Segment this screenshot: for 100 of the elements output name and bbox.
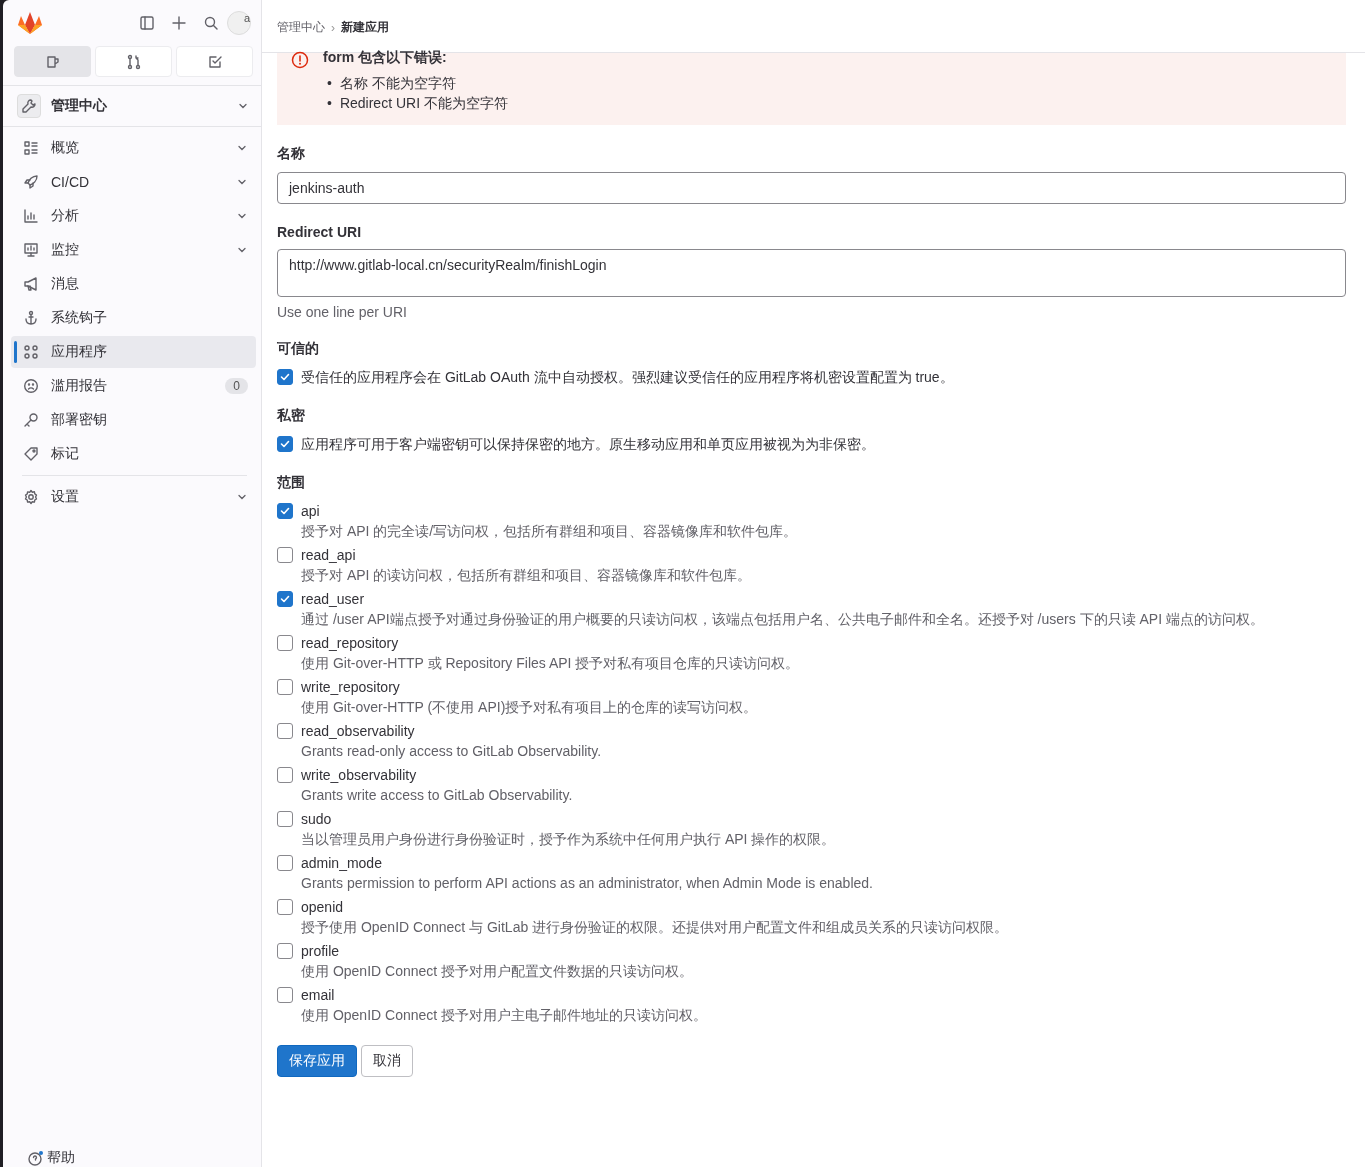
- checkbox-label: admin_mode: [301, 854, 382, 873]
- megaphone-icon: [23, 276, 39, 292]
- checkbox-label: write_observability: [301, 766, 417, 785]
- scope-description: 当以管理员用户身份进行身份验证时，授予作为系统中任何用户执行 API 操作的权限。: [301, 830, 837, 849]
- wrench-icon: [17, 94, 41, 118]
- checkbox[interactable]: [277, 591, 293, 607]
- checkbox[interactable]: [277, 436, 293, 452]
- checkmark-icon: [280, 594, 290, 604]
- checkbox[interactable]: [277, 547, 293, 563]
- scope-description: 使用 Git-over-HTTP 或 Repository Files API 授予对私有项目仓库的只读访问权。: [301, 654, 801, 673]
- nav-item[interactable]: 系统钩子: [11, 302, 256, 334]
- gitlab-logo[interactable]: [17, 10, 43, 36]
- scope-description: Grants write access to GitLab Observability.: [301, 786, 574, 805]
- checkbox-label: profile: [301, 942, 340, 961]
- anchor-icon: [23, 310, 39, 326]
- nav-item[interactable]: 应用程序: [11, 336, 256, 368]
- checkbox[interactable]: [277, 899, 293, 915]
- checkbox[interactable]: [277, 943, 293, 959]
- plus-icon: [171, 15, 187, 31]
- checkbox-label: sudo: [301, 810, 332, 829]
- nav-item[interactable]: 滥用报告 0: [11, 370, 256, 402]
- checkbox[interactable]: [277, 767, 293, 783]
- text-area[interactable]: http://www.gitlab-local.cn/securityRealm/finishLogin: [277, 249, 1346, 297]
- scope-description: 授予使用 OpenID Connect 与 GitLab 进行身份验证的权限。还提供对用户配置文件和组成员关系的只读访问权限。: [301, 918, 1010, 937]
- checkbox[interactable]: [277, 811, 293, 827]
- todo-icon: [206, 53, 223, 70]
- error-message: Redirect URI 不能为空字符: [339, 94, 508, 113]
- bullet: •: [327, 94, 332, 113]
- sidebar-toggle-icon: [139, 15, 155, 31]
- apps-icon: [23, 344, 39, 360]
- checkmark-icon: [280, 506, 290, 516]
- search-icon: [203, 15, 219, 31]
- checkmark-icon: [280, 372, 290, 382]
- nav-item[interactable]: 概览: [11, 132, 256, 164]
- nav-item[interactable]: 分析: [11, 200, 256, 232]
- input-field[interactable]: jenkins-auth: [277, 172, 1346, 204]
- list-icon: [23, 140, 39, 156]
- checkbox-label: write_repository: [301, 678, 400, 697]
- alert-title: form 包含以下错误:: [323, 49, 448, 67]
- rocket-icon: [23, 174, 39, 190]
- count-badge: 0: [225, 378, 248, 394]
- cancel-button[interactable]: 取消: [361, 1045, 413, 1077]
- scope-description: 授予对 API 的完全读/写访问权，包括所有群组和项目、容器镜像库和软件包库。: [301, 522, 799, 541]
- checkbox-label: api: [301, 502, 320, 521]
- field-label: 可信的: [277, 340, 320, 358]
- tab[interactable]: [14, 46, 91, 77]
- checkbox-label: openid: [301, 898, 344, 917]
- checkbox-label: 受信任的应用程序会在 GitLab OAuth 流中自动授权。强烈建议受信任的应用程序将机密设置配置为 true。: [301, 368, 954, 387]
- sad-face-icon: [23, 378, 39, 394]
- scope-description: 使用 Git-over-HTTP (不使用 API)授予对私有项目上的仓库的读写访问权。: [301, 698, 759, 717]
- checkbox[interactable]: [277, 855, 293, 871]
- nav-item[interactable]: 标记: [11, 438, 256, 470]
- checkmark-icon: [280, 439, 290, 449]
- checkbox-label: email: [301, 986, 335, 1005]
- error-message: 名称 不能为空字符: [339, 74, 456, 93]
- tag-icon: [23, 446, 39, 462]
- scope-description: Grants permission to perform API actions as an administrator, when Admin Mode is enabled.: [301, 874, 874, 893]
- tab[interactable]: [176, 46, 253, 77]
- scope-description: 授予对 API 的读访问权，包括所有群组和项目、容器镜像库和软件包库。: [301, 566, 753, 585]
- nav-item[interactable]: 监控: [11, 234, 256, 266]
- breadcrumb-link[interactable]: 管理中心: [277, 19, 325, 36]
- breadcrumb-link[interactable]: 新建应用: [341, 19, 389, 36]
- bar-chart-icon: [23, 208, 39, 224]
- checkbox[interactable]: [277, 369, 293, 385]
- nav-item[interactable]: 设置: [11, 481, 256, 513]
- checkbox-label: read_user: [301, 590, 365, 609]
- avatar[interactable]: a: [227, 11, 251, 35]
- checkbox[interactable]: [277, 723, 293, 739]
- checkbox-label: read_api: [301, 546, 356, 565]
- bullet: •: [327, 74, 332, 93]
- nav-item[interactable]: 部署密钥: [11, 404, 256, 436]
- key-icon: [23, 412, 39, 428]
- checkbox-label: 应用程序可用于客户端密钥可以保持保密的地方。原生移动应用和单页应用被视为为非保密。: [301, 435, 875, 454]
- merge-request-icon: [125, 53, 142, 70]
- tab[interactable]: [95, 46, 172, 77]
- settings-icon: [23, 489, 39, 505]
- help-button[interactable]: 帮助: [27, 1150, 75, 1166]
- section-title[interactable]: 管理中心: [51, 97, 237, 115]
- monitor-icon: [23, 242, 39, 258]
- checkbox[interactable]: [277, 503, 293, 519]
- scope-description: 使用 OpenID Connect 授予对用户配置文件数据的只读访问权。: [301, 962, 695, 981]
- help-text: Use one line per URI: [277, 304, 408, 320]
- save-button[interactable]: 保存应用: [277, 1045, 357, 1077]
- checkbox[interactable]: [277, 679, 293, 695]
- nav-item[interactable]: CI/CD: [11, 166, 256, 198]
- error-icon: [291, 51, 309, 69]
- checkbox[interactable]: [277, 635, 293, 651]
- help-icon: [27, 1150, 43, 1166]
- checkbox-label: read_observability: [301, 722, 415, 741]
- field-label: 名称: [277, 145, 306, 163]
- chevron-separator: ›: [331, 20, 335, 35]
- field-label: 私密: [277, 407, 306, 425]
- field-label: Redirect URI: [277, 224, 363, 240]
- checkbox[interactable]: [277, 987, 293, 1003]
- issues-icon: [44, 53, 61, 70]
- field-label: 范围: [277, 474, 306, 492]
- scope-description: 使用 OpenID Connect 授予对用户主电子邮件地址的只读访问权。: [301, 1006, 709, 1025]
- nav-item[interactable]: 消息: [11, 268, 256, 300]
- checkbox-label: read_repository: [301, 634, 399, 653]
- scope-description: 通过 /user API端点授予对通过身份验证的用户概要的只读访问权，该端点包括用户名、公共电子邮件和全名。还授予对 /users 下的只读 API 端点的访问权。: [301, 610, 1265, 629]
